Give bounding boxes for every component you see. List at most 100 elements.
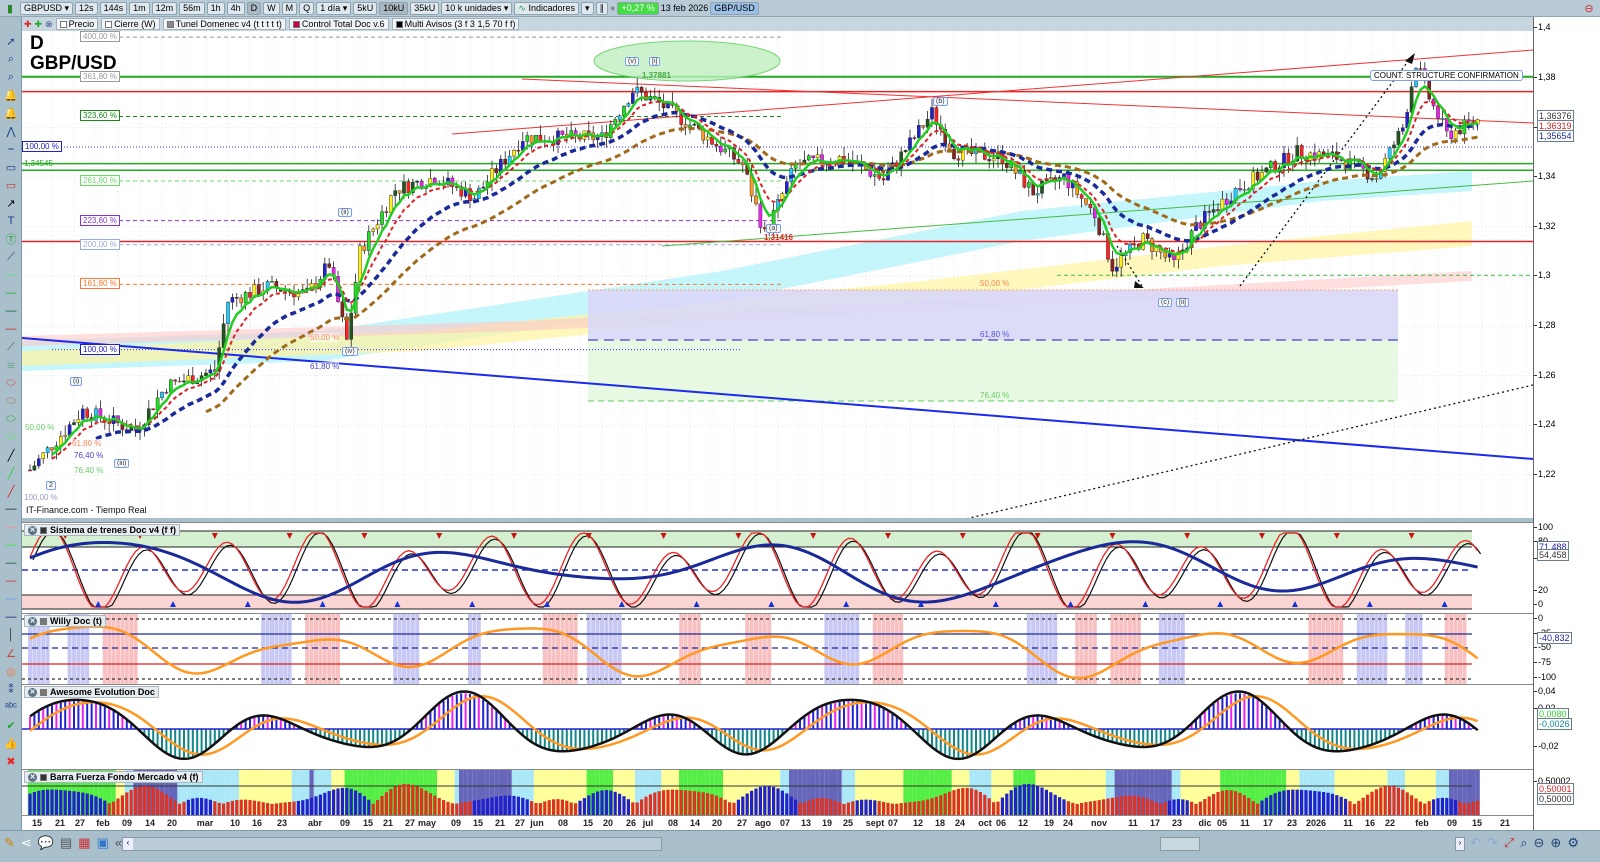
layout-icon[interactable]: ▦	[78, 835, 90, 851]
range-dropdown[interactable]: 1 día ▾	[316, 1, 352, 15]
redo-icon[interactable]: ↷	[1487, 835, 1498, 851]
autoscale-icon[interactable]: ⤢	[1504, 835, 1514, 851]
share-icon[interactable]: ⋖	[21, 835, 32, 851]
notes-icon[interactable]: ▤	[60, 835, 72, 851]
window-icon[interactable]: ▣	[97, 835, 109, 851]
hline-f-icon[interactable]: ⎯	[2, 141, 20, 157]
filled-rectangle-icon[interactable]: ▭	[2, 177, 20, 193]
overlay-0[interactable]: Precio	[55, 18, 99, 30]
overlay-1[interactable]: Cierre (W)	[101, 18, 160, 30]
units-dropdown[interactable]: 10 k unidades ▾	[441, 1, 513, 15]
text-icon[interactable]: T	[2, 213, 20, 229]
close-all-icon[interactable]: ⊗	[45, 19, 53, 30]
ruler-icon[interactable]: ⟋	[2, 339, 20, 355]
line-navy-icon[interactable]: —	[2, 609, 20, 625]
thumbs-up-icon[interactable]: 👍	[2, 735, 20, 751]
line-dkgreen-icon[interactable]: —	[2, 555, 20, 571]
zoom-in-icon[interactable]: ⊕	[1550, 835, 1561, 851]
indicators-dropdown[interactable]: ▾	[580, 1, 594, 15]
angle-icon[interactable]: ∠	[2, 645, 20, 661]
line-salmon-icon[interactable]: —	[2, 519, 20, 535]
period-D[interactable]: D	[246, 1, 262, 15]
alert-icon[interactable]: 🔔	[2, 105, 20, 121]
overlay-2[interactable]: Tunel Domenec v4 (t t t t t)	[162, 18, 286, 30]
pointer-icon[interactable]: ➚	[2, 33, 20, 49]
rectangle-icon[interactable]: ▭	[2, 159, 20, 175]
hline-red-icon[interactable]: —	[2, 321, 20, 337]
segment-icon[interactable]: ⟋	[2, 249, 20, 265]
panel-trenes[interactable]: ✕ Sistema de trenes Doc v4 (f f)	[22, 522, 1533, 613]
hline-gray-icon[interactable]: —	[2, 501, 20, 517]
hline-dkgreen-icon[interactable]: —	[2, 285, 20, 301]
zoom-area-icon[interactable]: ⌕	[2, 69, 20, 85]
line-black-icon[interactable]: ╱	[2, 447, 20, 463]
unit-35kU[interactable]: 35kU	[410, 1, 440, 15]
settings-icon[interactable]: ⚙	[1567, 835, 1579, 851]
overlay-3[interactable]: Control Total Doc v.6	[288, 18, 389, 30]
panel-willy[interactable]: ✕ Willy Doc (t)	[22, 613, 1533, 684]
line-blue-icon[interactable]: —	[2, 591, 20, 607]
arrow-icon[interactable]: ↗	[2, 195, 20, 211]
chart-type-icon[interactable]: ▮	[4, 0, 16, 16]
vline-icon[interactable]: │	[2, 627, 20, 643]
period-1m[interactable]: 1m	[129, 1, 150, 15]
text-bubble-icon[interactable]: Ⓣ	[2, 231, 20, 247]
cross-icon[interactable]: ✖	[2, 753, 20, 769]
line-green-icon[interactable]: ╱	[2, 465, 20, 481]
zoom-out-icon[interactable]: ⊖	[1534, 835, 1545, 851]
price-axis[interactable]: 1,41,381,361,341,321,31,281,261,241,221,…	[1533, 17, 1600, 830]
period-1h[interactable]: 1h	[206, 1, 225, 15]
hline-black-icon[interactable]: —	[2, 303, 20, 319]
period-144s[interactable]: 144s	[99, 1, 128, 15]
close-panel-icon[interactable]: ✕	[28, 772, 37, 782]
ellipse-brown-icon[interactable]: ⬭	[2, 393, 20, 409]
alert-edit-icon[interactable]: 🔔	[2, 87, 20, 103]
period-12s[interactable]: 12s	[75, 1, 98, 15]
close-panel-icon[interactable]: ✕	[28, 525, 37, 535]
pencil-icon[interactable]: ✎	[4, 835, 15, 851]
indicators-button[interactable]: ∿ Indicadores	[514, 1, 579, 15]
overlay-4[interactable]: Multi Avisos (3 f 3 1,5 70 f f)	[391, 18, 520, 30]
period-56m[interactable]: 56m	[179, 1, 205, 15]
period-4h[interactable]: 4h	[226, 1, 245, 15]
panel-barra-fuerza[interactable]: ✕ Barra Fuerza Fondo Mercado v4 (f)	[22, 769, 1533, 815]
wave-count-icon[interactable]: ⁑	[2, 681, 20, 697]
window-controls-icon[interactable]: ⊖	[1580, 0, 1598, 16]
scroll-left-icon[interactable]: ‹	[123, 838, 133, 850]
add-green-icon[interactable]: ✚	[35, 19, 43, 30]
trend-f-icon[interactable]: ⋀	[2, 123, 20, 139]
signal-bar	[608, 614, 613, 684]
scroll-thumb[interactable]	[1160, 837, 1200, 851]
zoom-fit-icon[interactable]: ⌕	[1520, 835, 1527, 851]
unit-5kU[interactable]: 5kU	[353, 1, 378, 15]
pause-button[interactable]: ∥	[595, 1, 608, 15]
chat-icon[interactable]: 💬	[38, 835, 54, 851]
period-W[interactable]: W	[263, 1, 280, 15]
check-icon[interactable]: ✔	[2, 717, 20, 733]
date-axis[interactable]: 15 21 27 feb 09 14 20 mar 10 16 23 abr 09 15 21 27 may 09…	[22, 815, 1533, 830]
period-M[interactable]: M	[281, 1, 298, 15]
ellipse-red-icon[interactable]: ⬭	[2, 375, 20, 391]
period-Q[interactable]: Q	[299, 1, 315, 15]
close-panel-icon[interactable]: ✕	[28, 687, 37, 697]
ellipse-lime-icon[interactable]: ⬭	[2, 429, 20, 445]
horizontal-scrollbar[interactable]: ‹	[122, 837, 662, 851]
zoom-icon[interactable]: ⌕	[2, 51, 20, 67]
circle-icon[interactable]: ◎	[2, 663, 20, 679]
undo-icon[interactable]: ↶	[1470, 835, 1481, 851]
abc-icon[interactable]: ᵃᵇᶜ	[2, 699, 20, 715]
add-red-icon[interactable]: ✚	[24, 19, 32, 30]
line-red-icon[interactable]: ╱	[2, 483, 20, 499]
unit-10kU[interactable]: 10kU	[379, 1, 409, 15]
line-red2-icon[interactable]: —	[2, 573, 20, 589]
ellipse-green-icon[interactable]: ⬭	[2, 411, 20, 427]
channel-icon[interactable]: ≋	[2, 357, 20, 373]
scroll-right-icon[interactable]: ›	[1455, 837, 1465, 851]
close-panel-icon[interactable]: ✕	[28, 616, 37, 626]
price-chart[interactable]: D GBP/USD 400,00 % 361,80 % 323,60 % 261,80…	[22, 31, 1533, 518]
line-lime-icon[interactable]: —	[2, 537, 20, 553]
hline-green-icon[interactable]: —	[2, 267, 20, 283]
symbol-selector[interactable]: GBPUSD ▾	[20, 1, 74, 15]
panel-awesome[interactable]: ✕ Awesome Evolution Doc	[22, 684, 1533, 769]
period-12m[interactable]: 12m	[151, 1, 178, 15]
